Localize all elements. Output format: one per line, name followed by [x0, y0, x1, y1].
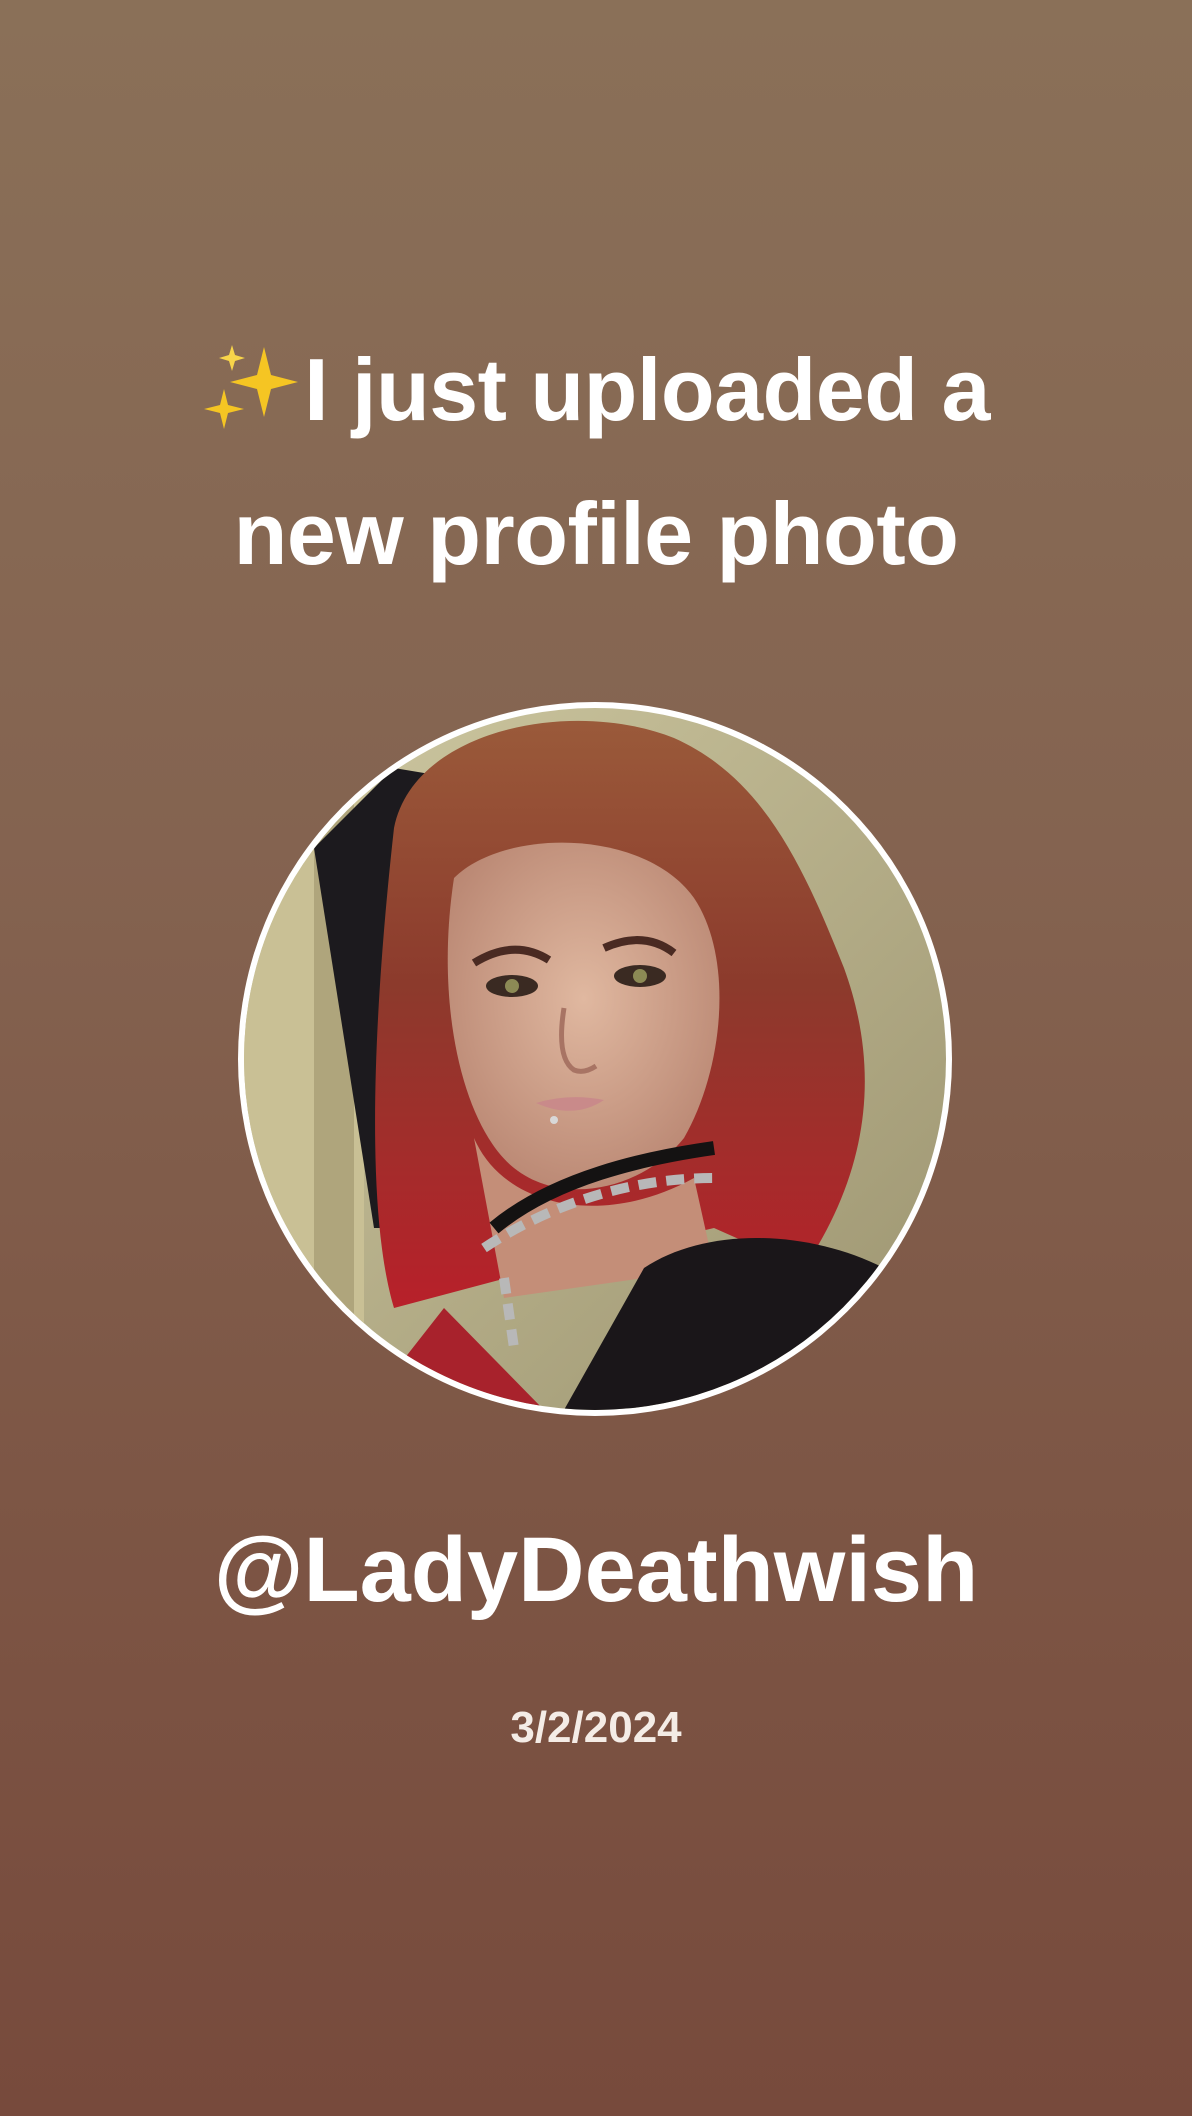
headline-text-1: I just uploaded a [304, 340, 990, 439]
username[interactable]: @LadyDeathwish [0, 1510, 1192, 1630]
headline-text-2: new profile photo [233, 484, 959, 583]
headline-line-1: I just uploaded a [0, 318, 1192, 462]
profile-photo-image [244, 708, 946, 1410]
avatar-ring [238, 702, 952, 1416]
headline: I just uploaded a new profile photo [0, 318, 1192, 606]
profile-photo[interactable] [244, 708, 946, 1410]
sparkles-icon [204, 344, 299, 429]
story-card: { "headline": { "line1": "I just uploade… [0, 0, 1192, 2116]
post-date: 3/2/2024 [510, 1703, 682, 1752]
